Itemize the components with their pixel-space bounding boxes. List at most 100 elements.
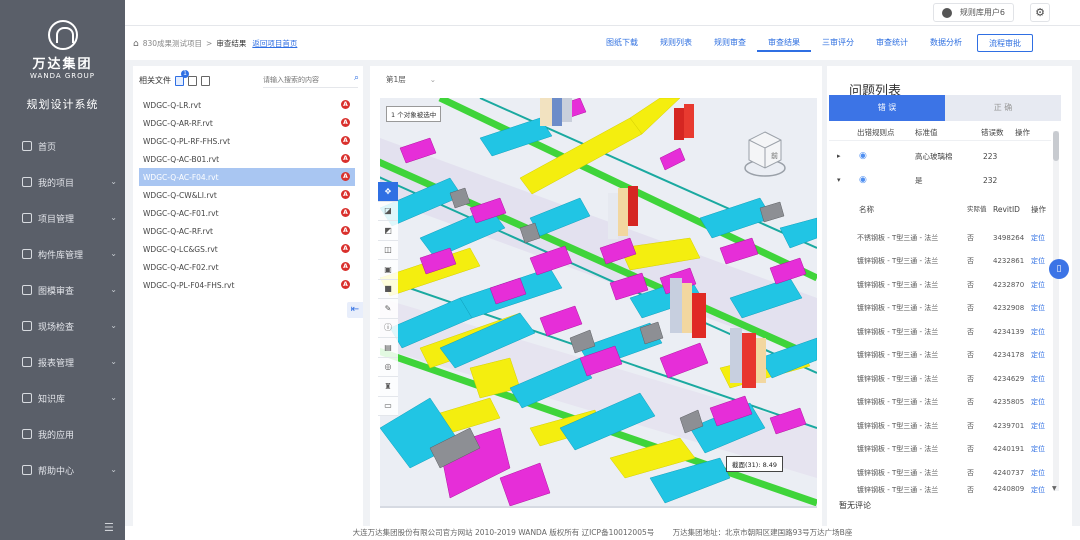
file-item[interactable]: WDGC-Q-AC-F01.rvt A <box>139 204 355 222</box>
row-name: 镀锌钢板 - T型三通 - 法兰 <box>857 280 939 289</box>
explode-icon[interactable]: ▣ <box>378 260 398 280</box>
breadcrumb-project[interactable]: 830成果测试项目 <box>143 38 202 49</box>
table-row[interactable]: 镀锌钢板 - T型三通 - 法兰 否 4232908 定位 <box>829 297 1051 321</box>
file-item[interactable]: WDGC-Q-PL-RF-FHS.rvt A <box>139 132 355 150</box>
home-icon[interactable]: ⌂ <box>133 39 139 49</box>
locate-link[interactable]: 定位 <box>1031 327 1051 337</box>
row-actual: 否 <box>967 351 974 360</box>
search-icon[interactable]: ⌕ <box>354 73 359 83</box>
file-item[interactable]: WDGC-Q-AC-RF.rvt A <box>139 222 355 240</box>
settings-gear-icon[interactable]: ⚙ <box>1030 3 1050 22</box>
issue-group-row[interactable]: ▸ ◉ 高心玻璃棉 223 <box>829 145 1051 167</box>
locate-link[interactable]: 定位 <box>1031 485 1051 495</box>
user-menu[interactable]: 规则库用户6 <box>932 3 1014 22</box>
locate-link[interactable]: 定位 <box>1031 350 1051 360</box>
nav-rule-list[interactable]: 规则列表 <box>649 34 703 52</box>
nav-three-review-score[interactable]: 三审评分 <box>811 34 865 52</box>
locate-link[interactable]: 定位 <box>1031 233 1051 243</box>
locate-link[interactable]: 定位 <box>1031 280 1051 290</box>
nav-drawing-download[interactable]: 图纸下载 <box>595 34 649 52</box>
solid-view-icon[interactable]: ■ <box>378 279 398 299</box>
issue-group-row[interactable]: ▾ ◉ 是 232 <box>829 169 1051 191</box>
issues-scrollbar[interactable] <box>1053 131 1059 491</box>
split-view-icon[interactable]: ◫ <box>378 240 398 260</box>
nav-review-results[interactable]: 审查结果 <box>757 34 811 52</box>
document-float-icon[interactable]: ▯ <box>1049 259 1069 279</box>
sidebar-collapse-icon[interactable]: ☰ <box>104 522 120 534</box>
table-row[interactable]: 不锈钢板 - T型三通 - 法兰 否 3498264 定位 <box>829 226 1051 250</box>
fullscreen-icon[interactable]: ▭ <box>378 396 398 416</box>
add-file-icon[interactable] <box>188 75 197 86</box>
floor-select[interactable]: 第1层 ⌄ <box>376 72 436 88</box>
scrollbar-thumb[interactable] <box>1053 131 1059 161</box>
table-row[interactable]: 镀锌钢板 - T型三通 - 法兰 否 4240809 定位 <box>829 485 1051 495</box>
table-row[interactable]: 镀锌钢板 - T型三通 - 法兰 否 4235805 定位 <box>829 391 1051 415</box>
table-row[interactable]: 镀锌钢板 - T型三通 - 法兰 否 4232861 定位 <box>829 250 1051 274</box>
sidebar-item-reports[interactable]: 报表管理 ⌄ <box>0 344 125 380</box>
nav-review-stats[interactable]: 审查统计 <box>865 34 919 52</box>
locate-link[interactable]: 定位 <box>1031 468 1051 478</box>
locate-link[interactable]: 定位 <box>1031 444 1051 454</box>
render-icon[interactable]: ◎ <box>378 357 398 377</box>
properties-icon[interactable]: ▤ <box>378 338 398 358</box>
wanda-logo-icon <box>47 20 78 50</box>
nav-rule-review[interactable]: 规则审查 <box>703 34 757 52</box>
sidebar-item-help-center[interactable]: 帮助中心 ⌄ <box>0 452 125 488</box>
table-row[interactable]: 镀锌钢板 - T型三通 - 法兰 否 4240191 定位 <box>829 438 1051 462</box>
markup-pen-icon[interactable]: ✎ <box>378 299 398 319</box>
file-item[interactable]: WDGC-Q-LC&GS.rvt A <box>139 240 355 258</box>
sidebar-item-project-management[interactable]: 项目管理 ⌄ <box>0 200 125 236</box>
tab-errors[interactable]: 错 误 <box>829 95 945 121</box>
section-plane-icon[interactable]: ◩ <box>378 221 398 241</box>
sidebar-item-my-projects[interactable]: 我的项目 ⌄ <box>0 164 125 200</box>
move-tool-icon[interactable]: ✥ <box>378 182 398 202</box>
tab-correct[interactable]: 正 确 <box>945 95 1061 121</box>
locate-link[interactable]: 定位 <box>1031 397 1051 407</box>
file-item[interactable]: WDGC-Q-AR-RF.rvt A <box>139 114 355 132</box>
brand-logo[interactable]: 万达集团 WANDA GROUP <box>0 20 125 80</box>
sidebar-item-home[interactable]: 首页 <box>0 128 125 164</box>
locate-link[interactable]: 定位 <box>1031 421 1051 431</box>
section-box-icon[interactable]: ◪ <box>378 201 398 221</box>
expand-down-icon[interactable]: ▾ <box>829 176 843 184</box>
file-item[interactable]: WDGC-Q-AC-F02.rvt A <box>139 258 355 276</box>
file-item[interactable]: WDGC-Q-PL-F04-FHS.rvt A <box>139 276 355 294</box>
nav-data-analysis[interactable]: 数据分析 <box>919 34 973 52</box>
eye-icon[interactable]: ◉ <box>843 175 889 185</box>
workflow-approval-button[interactable]: 流程审批 <box>977 34 1033 52</box>
sidebar-item-my-apps[interactable]: 我的应用 <box>0 416 125 452</box>
back-to-project-link[interactable]: 返回项目首页 <box>252 38 297 49</box>
sidebar-item-knowledge-base[interactable]: 知识库 ⌄ <box>0 380 125 416</box>
file-item[interactable]: WDGC-Q-LR.rvt A <box>139 96 355 114</box>
expand-right-icon[interactable]: ▸ <box>829 152 843 160</box>
file-item[interactable]: WDGC-Q-CW&LI.rvt A <box>139 186 355 204</box>
viewer-scrollbar[interactable] <box>380 506 817 508</box>
table-row[interactable]: 镀锌钢板 - T型三通 - 法兰 否 4234178 定位 <box>829 344 1051 368</box>
file-item[interactable]: WDGC-Q-AC-B01.rvt A <box>139 150 355 168</box>
locate-link[interactable]: 定位 <box>1031 256 1051 266</box>
table-row[interactable]: 镀锌钢板 - T型三通 - 法兰 否 4239701 定位 <box>829 414 1051 438</box>
info-icon[interactable]: ⓘ <box>378 318 398 338</box>
breadcrumb-current: 审查结果 <box>216 39 247 48</box>
collapse-panel-icon[interactable]: ⇤ <box>347 302 363 318</box>
report-icon <box>22 357 32 367</box>
view-cube-icon[interactable]: 前 <box>743 126 787 180</box>
3d-model-canvas[interactable]: 1 个对象被选中 前 截面(31): 8.49 <box>380 98 817 506</box>
eye-icon[interactable]: ◉ <box>843 151 889 161</box>
site-inspection-icon <box>22 321 32 331</box>
file-item-selected[interactable]: WDGC-Q-AC-F04.rvt A <box>139 168 355 186</box>
document-icon[interactable] <box>201 75 210 86</box>
sidebar-item-site-inspection[interactable]: 现场检查 ⌄ <box>0 308 125 344</box>
table-row[interactable]: 镀锌钢板 - T型三通 - 法兰 否 4234629 定位 <box>829 367 1051 391</box>
scroll-down-icon[interactable]: ▼ <box>1052 485 1057 492</box>
locate-link[interactable]: 定位 <box>1031 374 1051 384</box>
first-person-icon[interactable]: ♜ <box>378 377 398 397</box>
table-row[interactable]: 镀锌钢板 - T型三通 - 法兰 否 4232870 定位 <box>829 273 1051 297</box>
sidebar-item-component-library[interactable]: 构件库管理 ⌄ <box>0 236 125 272</box>
locate-link[interactable]: 定位 <box>1031 303 1051 313</box>
error-badge-icon: A <box>341 262 350 271</box>
sidebar-item-model-review[interactable]: 图模审查 ⌄ <box>0 272 125 308</box>
file-search-input[interactable] <box>263 72 358 88</box>
table-row[interactable]: 镀锌钢板 - T型三通 - 法兰 否 4240737 定位 <box>829 461 1051 485</box>
table-row[interactable]: 镀锌钢板 - T型三通 - 法兰 否 4234139 定位 <box>829 320 1051 344</box>
